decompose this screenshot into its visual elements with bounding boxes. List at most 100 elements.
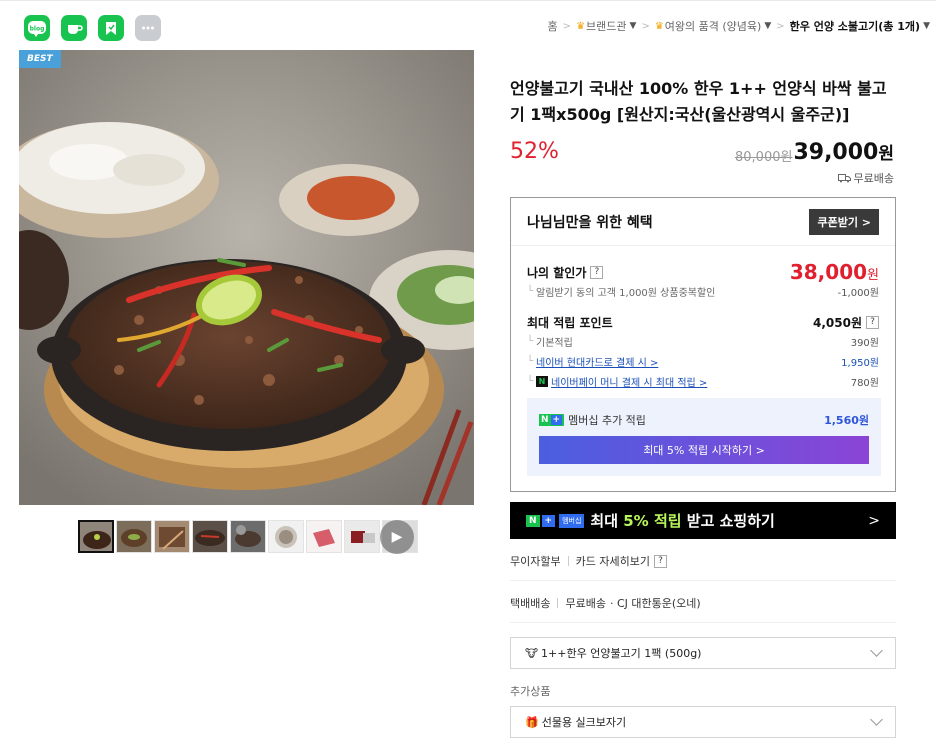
final-price-unit: 원: [878, 144, 894, 164]
gift-icon: 🎁: [525, 715, 539, 729]
thumbnail[interactable]: [306, 520, 342, 553]
truck-icon: [837, 174, 851, 183]
naver-plus-membership-logo: N + 멤버십: [526, 513, 585, 528]
my-price-amount: 38,000: [789, 260, 868, 284]
alert-discount-row: └ 알림받기 동의 고객 1,000원 상품중복할인 -1,000원: [527, 284, 879, 299]
banner-highlight: 5% 적립: [623, 512, 682, 530]
divider: [567, 556, 569, 566]
option-select-value: 1++한우 언양불고기 1팩 (500g): [541, 647, 702, 660]
npay-point-row: └ N 네이버페이 머니 결제 시 최대 적립 > 780원: [527, 374, 879, 389]
option-select[interactable]: 🐮 1++한우 언양불고기 1팩 (500g): [510, 637, 896, 669]
section-divider: [510, 622, 896, 623]
npay-icon: N: [536, 376, 549, 387]
npay-point-value: 780원: [850, 378, 879, 389]
thumbnail-strip: [78, 520, 418, 553]
chevron-right-icon: >: [868, 512, 880, 529]
max-point-value: 4,050원: [813, 316, 862, 330]
my-price-row: 나의 할인가? 38,000원: [527, 260, 879, 284]
count-number: 1: [897, 20, 905, 33]
membership-start-button[interactable]: 최대 5% 적립 시작하기 >: [539, 436, 869, 464]
delivery-carrier: · CJ 대한통운(오네): [609, 597, 701, 610]
final-price-amount: 39,000: [793, 140, 879, 165]
breadcrumb-brand[interactable]: 브랜드관: [586, 18, 626, 34]
base-point-label: 기본적립: [536, 338, 573, 349]
alert-discount: └ 알림받기 동의 고객 1,000원 상품중복할인: [527, 284, 715, 299]
max-point-row: 최대 적립 포인트 4,050원?: [527, 314, 879, 331]
product-main-image[interactable]: BEST: [19, 50, 474, 505]
breadcrumb-separator: >: [776, 20, 785, 32]
tree-branch-icon: └: [527, 356, 534, 367]
blog-icon-label: blog: [30, 26, 45, 33]
plus-icon: +: [541, 514, 556, 527]
bookmark-icon[interactable]: [98, 15, 124, 41]
naver-plus-icon: N +: [539, 414, 565, 426]
help-icon[interactable]: ?: [653, 554, 667, 568]
coupon-button[interactable]: 쿠폰받기 >: [809, 208, 879, 235]
card-point-link[interactable]: 네이버 현대카드로 결제 시 >: [536, 354, 658, 369]
membership-label-wrap: N + 멤버십 추가 적립: [539, 412, 646, 428]
membership-value: 1,560원: [824, 414, 869, 427]
crown-icon: ♛: [576, 20, 586, 32]
benefit-heading: 나님님만을 위한 혜택: [527, 214, 653, 231]
section-divider: [510, 580, 896, 581]
discount-percent: 52%: [510, 139, 559, 164]
delivery-type: 택배배송: [510, 597, 551, 610]
final-price: 39,000원: [793, 139, 894, 165]
help-icon[interactable]: ?: [866, 316, 879, 329]
cafe-icon[interactable]: [61, 15, 87, 41]
naver-n-icon: N: [526, 514, 540, 527]
my-price-label-wrap: 나의 할인가?: [527, 264, 604, 281]
help-icon[interactable]: ?: [590, 265, 604, 279]
cow-icon: 🐮: [525, 646, 539, 660]
npay-point-link[interactable]: 네이버페이 머니 결제 시 최대 적립 >: [551, 374, 707, 389]
delivery-fee: 무료배송: [565, 597, 606, 610]
card-detail-link[interactable]: 카드 자세히보기: [576, 553, 650, 569]
thumbnail[interactable]: [230, 520, 266, 553]
caret-down-icon[interactable]: ▼: [764, 21, 771, 31]
caret-down-icon[interactable]: ▼: [630, 21, 637, 31]
benefit-box: 나님님만을 위한 혜택 쿠폰받기 > 나의 할인가? 38,000원 └ 알림받기…: [510, 197, 896, 492]
membership-panel: N + 멤버십 추가 적립 1,560원 최대 5% 적립 시작하기 >: [527, 398, 881, 476]
membership-banner[interactable]: N + 멤버십 최대 5% 적립 받고 쇼핑하기 >: [510, 502, 896, 539]
thumbnail[interactable]: [344, 520, 380, 553]
banner-text: 최대 5% 적립 받고 쇼핑하기: [590, 510, 774, 531]
top-divider: [0, 0, 936, 1]
divider: [557, 598, 559, 608]
caret-down-icon[interactable]: ▼: [923, 21, 930, 31]
thumbnail[interactable]: [78, 520, 114, 553]
membership-tag: 멤버십: [559, 513, 585, 528]
shipping-info: 무료배송: [837, 170, 894, 186]
more-icon[interactable]: [135, 15, 161, 41]
count-prefix: (총: [878, 20, 898, 33]
max-point-value-wrap: 4,050원?: [813, 314, 879, 331]
tree-branch-icon: └: [527, 286, 534, 297]
delivery-row: 택배배송 무료배송 · CJ 대한통운(오네): [510, 595, 896, 611]
count-suffix: 개): [904, 20, 921, 33]
my-price-unit: 원: [867, 268, 879, 283]
shipping-text: 무료배송: [853, 172, 894, 185]
breadcrumb-home[interactable]: 홈: [548, 18, 558, 34]
share-bar: blog: [24, 15, 161, 41]
thumbnail[interactable]: [116, 520, 152, 553]
extra-product-select[interactable]: 🎁 선물용 실크보자기: [510, 706, 896, 738]
thumbnail[interactable]: [268, 520, 304, 553]
breadcrumb: 홈 > ♛ 브랜드관 ▼ > ♛ 여왕의 품격 (양념육) ▼ > 한우 언양 …: [548, 18, 930, 34]
thumbnail[interactable]: [154, 520, 190, 553]
card-point-row: └ 네이버 현대카드로 결제 시 > 1,950원: [527, 354, 879, 369]
breadcrumb-separator: >: [562, 20, 572, 32]
base-point: └ 기본적립: [527, 334, 573, 349]
my-price-label: 나의 할인가: [527, 265, 587, 280]
base-point-value: 390원: [850, 338, 879, 349]
play-icon: ▶: [391, 529, 403, 545]
breadcrumb-count: (총 1개): [878, 18, 920, 34]
tree-branch-icon: └: [527, 336, 534, 347]
original-price: 80,000원: [735, 150, 793, 165]
breadcrumb-category[interactable]: 여왕의 품격 (양념육): [665, 18, 762, 34]
alert-discount-value: -1,000원: [837, 288, 879, 299]
blog-icon[interactable]: blog: [24, 15, 50, 41]
thumbnail[interactable]: [192, 520, 228, 553]
thumbnail-next-button[interactable]: ▶: [380, 520, 414, 554]
banner-text-pre: 최대: [590, 512, 624, 530]
installment-row: 무이자할부 카드 자세히보기 ?: [510, 553, 896, 569]
breadcrumb-current[interactable]: 한우 언양 소불고기: [790, 18, 879, 34]
